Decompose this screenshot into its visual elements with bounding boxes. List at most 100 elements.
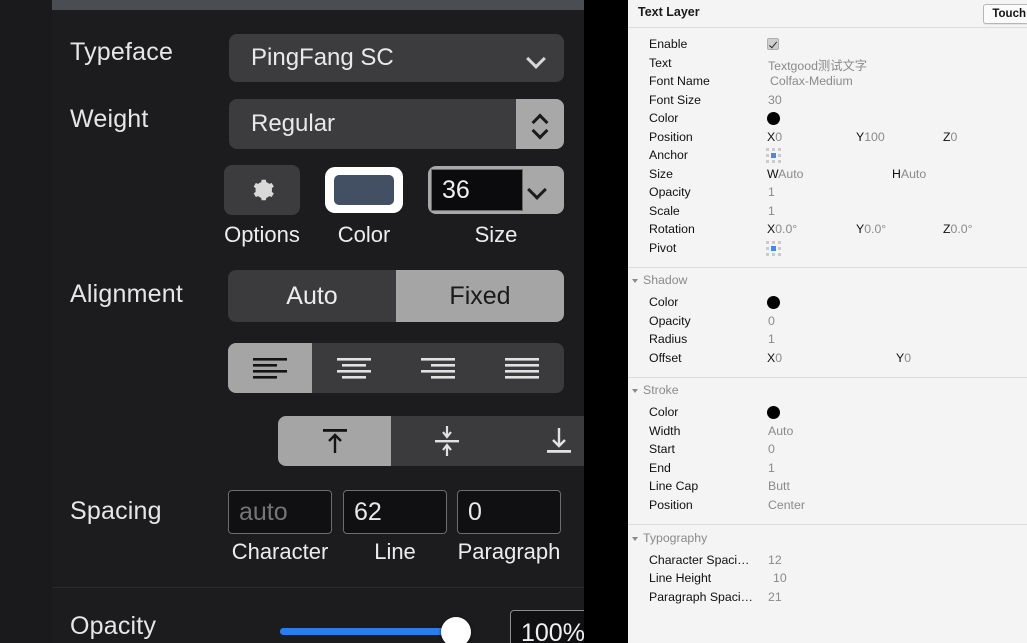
color-swatch-button[interactable] bbox=[325, 167, 403, 213]
property-row-font-size[interactable]: Font Size 30 bbox=[628, 93, 1027, 110]
property-row-shadow-color[interactable]: Color bbox=[628, 295, 1027, 312]
align-justify-icon bbox=[505, 358, 539, 379]
property-value: 12 bbox=[768, 553, 782, 567]
alignment-mode-auto[interactable]: Auto bbox=[228, 270, 396, 322]
property-label: Start bbox=[649, 442, 675, 456]
align-bottom-button[interactable] bbox=[503, 416, 584, 466]
horizontal-align-segment[interactable] bbox=[228, 343, 564, 393]
property-row-rotation[interactable]: Rotation X0.0° Y0.0° Z0.0° bbox=[628, 222, 1027, 239]
property-row-stroke-color[interactable]: Color bbox=[628, 405, 1027, 422]
enable-checkbox[interactable] bbox=[767, 38, 779, 50]
opacity-slider[interactable] bbox=[280, 617, 471, 643]
property-row-stroke-position[interactable]: Position Center bbox=[628, 498, 1027, 515]
weight-label: Weight bbox=[70, 105, 149, 133]
property-row-shadow-offset[interactable]: Offset X0 Y0 bbox=[628, 351, 1027, 368]
anchor-grid-icon[interactable] bbox=[766, 148, 781, 163]
property-value: 10 bbox=[773, 571, 787, 585]
opacity-slider-knob[interactable] bbox=[441, 617, 471, 643]
shadow-group-label: Shadow bbox=[643, 273, 688, 287]
line-spacing-input[interactable]: 62 bbox=[343, 490, 447, 534]
color-caption: Color bbox=[337, 222, 391, 247]
property-label: Size bbox=[649, 167, 673, 181]
color-dot[interactable] bbox=[767, 112, 780, 125]
property-row-line-height[interactable]: Line Height 10 bbox=[628, 571, 1027, 588]
font-size-input[interactable]: 36 bbox=[431, 169, 523, 211]
property-row-paragraph-spacing[interactable]: Paragraph Spaci… 21 bbox=[628, 590, 1027, 607]
typography-group-header[interactable]: Typography bbox=[632, 531, 708, 545]
align-middle-button[interactable] bbox=[391, 416, 503, 466]
opacity-input[interactable]: 100% bbox=[510, 610, 584, 643]
vertical-align-segment[interactable] bbox=[278, 416, 584, 466]
paragraph-spacing-caption: Paragraph bbox=[457, 539, 561, 564]
character-spacing-input[interactable]: auto bbox=[228, 490, 332, 534]
typography-group-label: Typography bbox=[643, 531, 708, 545]
property-row-scale[interactable]: Scale 1 bbox=[628, 204, 1027, 221]
property-value: Center bbox=[768, 498, 805, 512]
property-row-line-cap[interactable]: Line Cap Butt bbox=[628, 479, 1027, 496]
align-left-button[interactable] bbox=[228, 343, 312, 393]
touch-button[interactable]: Touch bbox=[983, 4, 1027, 24]
font-size-value: 36 bbox=[442, 175, 470, 204]
disclosure-triangle-icon[interactable] bbox=[632, 388, 638, 393]
alignment-mode-fixed[interactable]: Fixed bbox=[396, 270, 564, 322]
color-dot[interactable] bbox=[767, 406, 780, 419]
property-row-stroke-width[interactable]: Width Auto bbox=[628, 424, 1027, 441]
left-gutter bbox=[0, 0, 52, 643]
align-justify-button[interactable] bbox=[480, 343, 564, 393]
typeface-label-wrap: Typeface bbox=[70, 38, 173, 67]
align-center-button[interactable] bbox=[312, 343, 396, 393]
pivot-grid-icon[interactable] bbox=[766, 241, 781, 256]
stepper-down-icon[interactable] bbox=[533, 127, 547, 136]
property-row-text[interactable]: Text Textgood测试文字 bbox=[628, 56, 1027, 73]
property-row-character-spacing[interactable]: Character Spaci… 12 bbox=[628, 553, 1027, 570]
chevron-down-icon[interactable] bbox=[529, 183, 547, 199]
property-label: End bbox=[649, 461, 671, 475]
alignment-mode-segment[interactable]: Auto Fixed bbox=[228, 270, 564, 322]
layer-properties-panel: Text Layer Touch Enable Text Textgood测试文… bbox=[628, 0, 1027, 643]
property-row-shadow-opacity[interactable]: Opacity 0 bbox=[628, 314, 1027, 331]
property-row-enable[interactable]: Enable bbox=[628, 37, 1027, 54]
property-value-y: Y0.0° bbox=[856, 222, 887, 236]
property-label: Radius bbox=[649, 332, 688, 346]
property-row-shadow-radius[interactable]: Radius 1 bbox=[628, 332, 1027, 349]
weight-stepper-field[interactable]: Regular bbox=[229, 99, 564, 149]
property-value-y: Y0 bbox=[896, 351, 912, 365]
align-right-button[interactable] bbox=[396, 343, 480, 393]
property-row-size[interactable]: Size WAuto HAuto bbox=[628, 167, 1027, 184]
align-top-button[interactable] bbox=[278, 416, 391, 466]
font-size-field[interactable]: 36 bbox=[428, 166, 564, 214]
property-row-opacity[interactable]: Opacity 1 bbox=[628, 185, 1027, 202]
align-center-icon bbox=[337, 358, 371, 379]
property-value-x: X0 bbox=[767, 351, 783, 365]
property-value-w: WAuto bbox=[767, 167, 804, 181]
stepper-up-icon[interactable] bbox=[533, 113, 547, 122]
property-label: Paragraph Spaci… bbox=[649, 590, 753, 604]
property-value-x: X0 bbox=[767, 130, 783, 144]
stroke-group-label: Stroke bbox=[643, 383, 679, 397]
align-middle-icon bbox=[435, 426, 459, 456]
property-label: Width bbox=[649, 424, 681, 438]
line-spacing-caption: Line bbox=[374, 539, 416, 564]
property-row-color[interactable]: Color bbox=[628, 111, 1027, 128]
stepper-icon[interactable] bbox=[516, 99, 564, 149]
property-label: Scale bbox=[649, 204, 680, 218]
property-row-position[interactable]: Position X0 Y100 Z0 bbox=[628, 130, 1027, 147]
property-row-pivot[interactable]: Pivot bbox=[628, 241, 1027, 258]
color-dot[interactable] bbox=[767, 296, 780, 309]
property-row-stroke-start[interactable]: Start 0 bbox=[628, 442, 1027, 459]
property-row-anchor[interactable]: Anchor bbox=[628, 148, 1027, 165]
property-value-h: HAuto bbox=[892, 167, 927, 181]
property-row-font-name[interactable]: Font Name Colfax-Medium bbox=[628, 74, 1027, 91]
typeface-dropdown[interactable]: PingFang SC bbox=[229, 34, 564, 82]
stroke-group-header[interactable]: Stroke bbox=[632, 383, 679, 397]
shadow-section-divider bbox=[628, 267, 1027, 268]
align-top-icon bbox=[322, 429, 347, 453]
options-button[interactable] bbox=[224, 165, 300, 215]
paragraph-spacing-input[interactable]: 0 bbox=[457, 490, 561, 534]
shadow-group-header[interactable]: Shadow bbox=[632, 273, 688, 287]
property-value-x: X0.0° bbox=[767, 222, 798, 236]
disclosure-triangle-icon[interactable] bbox=[632, 536, 638, 541]
property-row-stroke-end[interactable]: End 1 bbox=[628, 461, 1027, 478]
property-label: Line Height bbox=[649, 571, 712, 585]
disclosure-triangle-icon[interactable] bbox=[632, 278, 638, 283]
